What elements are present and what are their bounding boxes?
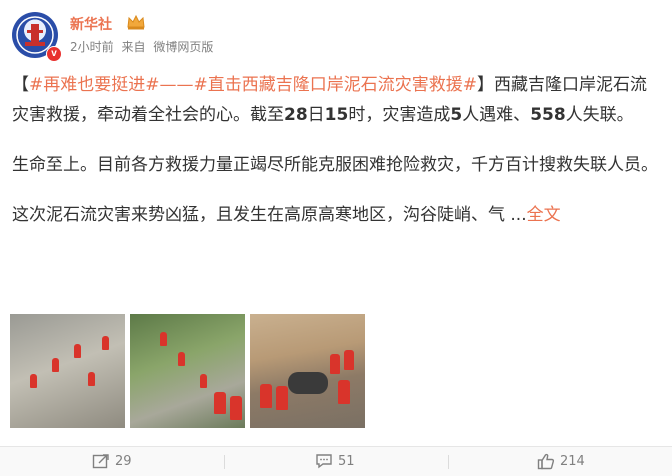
paragraph-3-text: 这次泥石流灾害来势凶猛，且发生在高原高寒地区，沟谷陡峭、气 ... xyxy=(12,205,527,225)
rescuer-figure xyxy=(178,352,185,366)
repost-button[interactable]: 29 xyxy=(92,453,132,469)
rescuer-figure xyxy=(74,344,81,358)
paragraph-2: 生命至上。目前各方救援力量正竭尽所能克服困难抢险救灾，千方百计搜救失联人员。 xyxy=(12,155,658,175)
rescuer-figure xyxy=(160,332,167,346)
bracket-open: 【 xyxy=(12,75,29,95)
post-content: 【#再难也要挺进#——#直击西藏吉隆口岸泥石流灾害救援#】西藏吉隆口岸泥石流灾害… xyxy=(12,70,662,250)
rescuer-figure xyxy=(260,384,272,408)
rescuer-figure xyxy=(30,374,37,388)
rescuer-figure xyxy=(200,374,207,388)
paragraph-1-text-b: 日 xyxy=(307,105,325,125)
post-time[interactable]: 2小时前 xyxy=(70,40,114,54)
bracket-close: 】 xyxy=(477,75,494,95)
rescuer-figure xyxy=(338,380,350,404)
topic-link-2[interactable]: #直击西藏吉隆口岸泥石流灾害救援# xyxy=(194,75,478,95)
rescuer-figure xyxy=(88,372,95,386)
repost-icon xyxy=(92,454,109,469)
rescuer-figure xyxy=(214,392,226,414)
paragraph-1-text-c: 时，灾害造成 xyxy=(348,105,451,125)
num-dead: 5 xyxy=(450,105,463,125)
paragraph-1-text-e: 人失联。 xyxy=(565,105,634,125)
comment-icon xyxy=(316,454,332,469)
source-prefix: 来自 xyxy=(121,40,146,54)
avatar[interactable]: v xyxy=(12,12,62,62)
paragraph-1-text-d: 人遇难、 xyxy=(462,105,531,125)
topic-dash: —— xyxy=(159,75,194,95)
paragraph-1: 【#再难也要挺进#——#直击西藏吉隆口岸泥石流灾害救援#】西藏吉隆口岸泥石流灾害… xyxy=(12,70,662,130)
comment-count: 51 xyxy=(338,453,355,469)
rescuer-figure xyxy=(102,336,109,350)
action-bar: 29 51 214 xyxy=(0,446,672,476)
photo-thumbnail[interactable] xyxy=(130,314,245,428)
like-count: 214 xyxy=(560,454,585,469)
username[interactable]: 新华社 xyxy=(70,14,112,34)
paragraph-3: 这次泥石流灾害来势凶猛，且发生在高原高寒地区，沟谷陡峭、气 ...全文 xyxy=(12,200,662,230)
thumbs-up-icon xyxy=(537,453,555,470)
verified-badge-icon: v xyxy=(46,46,62,62)
divider xyxy=(224,455,225,469)
num-day: 28 xyxy=(284,105,308,125)
rescuer-figure xyxy=(276,386,288,410)
num-missing: 558 xyxy=(530,105,566,125)
rescuer-figure xyxy=(344,350,354,370)
rescue-boat xyxy=(288,372,328,394)
post-meta: 2小时前 来自 微博网页版 xyxy=(70,38,217,55)
comment-button[interactable]: 51 xyxy=(315,453,355,469)
photo-thumbnail[interactable] xyxy=(250,314,365,428)
divider xyxy=(448,455,449,469)
rescuer-figure xyxy=(52,358,59,372)
crown-icon[interactable] xyxy=(126,13,146,31)
rescuer-figure xyxy=(230,396,242,420)
like-button[interactable]: 214 xyxy=(537,453,585,470)
num-hour: 15 xyxy=(324,105,349,125)
expand-full-text-link[interactable]: 全文 xyxy=(527,205,561,225)
photo-thumbnail[interactable] xyxy=(10,314,125,428)
post-source[interactable]: 微博网页版 xyxy=(153,40,213,54)
rescuer-figure xyxy=(330,354,340,374)
repost-count: 29 xyxy=(115,453,132,469)
topic-link-1[interactable]: #再难也要挺进# xyxy=(29,75,160,95)
